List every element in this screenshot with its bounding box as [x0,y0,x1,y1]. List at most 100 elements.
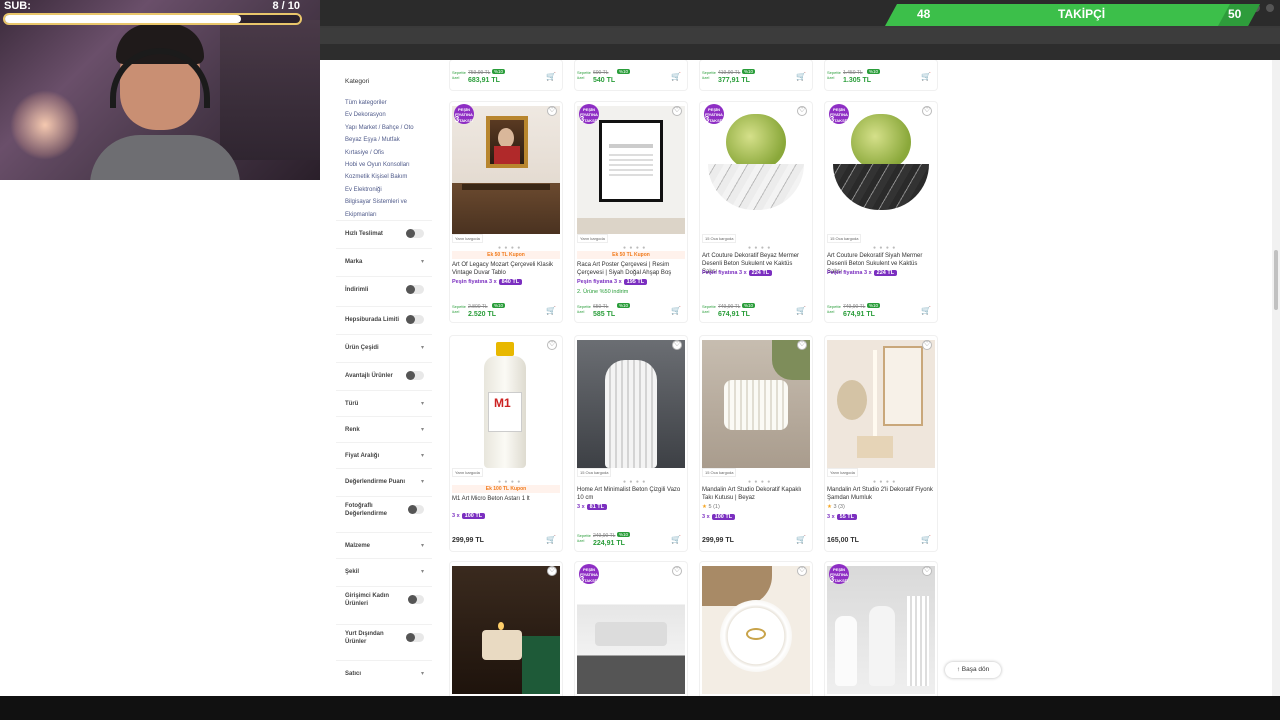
add-to-cart-icon[interactable]: 🛒 [546,72,556,81]
favorite-heart-icon[interactable]: ♡ [797,106,807,116]
product-card[interactable]: ♡ 15 Oca kargoda ● ● ● ● Mandalin Art Studi… [700,336,812,551]
add-to-cart-icon[interactable]: 🛒 [671,535,681,544]
toggle-switch[interactable] [406,285,424,294]
favorite-heart-icon[interactable]: ♡ [797,340,807,350]
product-image[interactable] [702,106,810,234]
favorite-heart-icon[interactable]: ♡ [672,566,682,576]
add-to-cart-icon[interactable]: 🛒 [671,72,681,81]
product-card[interactable]: ♡ PEŞİN FİYATINA 3TAKSİT [825,562,937,696]
product-title[interactable]: Art Of Legacy Mozart Çerçeveli Klasik Vi… [452,261,558,277]
address-bar[interactable]: ☆ ● ⧉ ⤓ ◉ ⋮ [320,28,1280,69]
product-title[interactable]: M1 Art Micro Beton Astarı 1 lt [452,495,558,503]
favorite-heart-icon[interactable]: ♡ [922,566,932,576]
product-title[interactable]: Mandalin Art Studio 2'li Dekoratif Fiyon… [827,486,933,502]
product-card[interactable]: ♡ PEŞİN FİYATINA 3TAKSİT 15 Oca kargoda ● ● … [700,102,812,322]
facet-toggle[interactable]: Yurt Dışından Ürünler [336,624,432,650]
product-image[interactable] [577,566,685,694]
product-image[interactable] [702,340,810,468]
product-card[interactable]: Sepette özel 1.450 TL %10 1.305 TL 🛒 [825,60,937,90]
add-to-cart-icon[interactable]: 🛒 [796,306,806,315]
facet-toggle[interactable]: Girişimci Kadın Ürünleri [336,586,432,612]
product-card[interactable]: ♡ 15 Oca kargoda ● ● ● ● Home Art Minimalis… [575,336,687,551]
toggle-switch[interactable] [406,633,424,642]
category-link[interactable]: Bilgisayar Sistemleri ve Ekipmanları [345,196,432,221]
category-link[interactable]: Kırtasiye / Ofis [345,147,432,159]
image-carousel-dots[interactable]: ● ● ● ● [748,479,771,485]
facet-dropdown[interactable]: Satıcı ▾ [336,660,432,686]
add-to-cart-icon[interactable]: 🛒 [671,306,681,315]
add-to-cart-icon[interactable]: 🛒 [546,306,556,315]
product-image[interactable] [827,566,935,694]
favorite-heart-icon[interactable]: ♡ [672,106,682,116]
facet-dropdown[interactable]: Şekil ▾ [336,558,432,584]
facet-dropdown[interactable]: Ürün Çeşidi ▾ [336,334,432,360]
toggle-switch[interactable] [407,595,424,604]
product-card[interactable]: ♡ [450,562,562,696]
product-image[interactable] [827,106,935,234]
product-card[interactable]: ♡ PEŞİN FİYATINA 3TAKSİT Yarın kargoda ● ● ●… [575,102,687,322]
product-image[interactable] [452,106,560,234]
facet-toggle[interactable]: Fotoğraflı Değerlendirme [336,496,432,522]
facet-dropdown[interactable]: Marka ▾ [336,248,432,274]
product-image[interactable] [827,340,935,468]
favorite-heart-icon[interactable]: ♡ [922,106,932,116]
toggle-switch[interactable] [408,505,424,514]
facet-toggle[interactable]: Avantajlı Ürünler [336,362,432,388]
facet-toggle[interactable]: Hepsiburada Limiti [336,306,432,332]
favorite-heart-icon[interactable]: ♡ [672,340,682,350]
product-card[interactable]: M1 ♡ Yarın kargoda ● ● ● ● Ek 100 TL Kupon M1… [450,336,562,551]
favorite-heart-icon[interactable]: ♡ [922,340,932,350]
favorite-heart-icon[interactable]: ♡ [547,340,557,350]
facet-toggle[interactable]: İndirimli [336,276,432,302]
facet-dropdown[interactable]: Malzeme ▾ [336,532,432,558]
product-image[interactable] [577,340,685,468]
category-link[interactable]: Hobi ve Oyun Konsolları [345,159,432,171]
facet-toggle[interactable]: Hızlı Teslimat [336,220,432,246]
product-image[interactable]: M1 [452,340,560,468]
facet-dropdown[interactable]: Türü ▾ [336,390,432,416]
facet-dropdown[interactable]: Renk ▾ [336,416,432,442]
toggle-switch[interactable] [406,315,424,324]
facet-dropdown[interactable]: Fiyat Aralığı ▾ [336,442,432,468]
product-image[interactable] [452,566,560,694]
product-card[interactable]: Sepette özel 759,99 TL %10 683,91 TL 🛒 [450,60,562,90]
product-card[interactable]: ♡ PEŞİN FİYATINA 3TAKSİT [575,562,687,696]
category-link[interactable]: Tüm kategoriler [345,97,432,109]
product-card[interactable]: ♡ [700,562,812,696]
product-card[interactable]: Sepette özel 419,90 TL %10 377,91 TL 🛒 [700,60,812,90]
category-link[interactable]: Kozmetik Kişisel Bakım [345,171,432,183]
product-card[interactable]: ♡ PEŞİN FİYATINA 3TAKSİT 15 Oca kargoda ● ● … [825,102,937,322]
toggle-switch[interactable] [406,371,424,380]
toggle-switch[interactable] [406,229,424,238]
image-carousel-dots[interactable]: ● ● ● ● [873,479,896,485]
image-carousel-dots[interactable]: ● ● ● ● [623,479,646,485]
add-to-cart-icon[interactable]: 🛒 [921,306,931,315]
product-card[interactable]: ♡ Yarın kargoda ● ● ● ● Mandalin Art Studio… [825,336,937,551]
favorite-heart-icon[interactable]: ♡ [547,566,557,576]
favorite-heart-icon[interactable]: ♡ [547,106,557,116]
category-link[interactable]: Ev Dekorasyon [345,109,432,121]
product-title[interactable]: Raca Art Poster Çerçevesi | Resim Çerçev… [577,261,683,277]
add-to-cart-icon[interactable]: 🛒 [796,72,806,81]
add-to-cart-icon[interactable]: 🛒 [921,535,931,544]
facet-dropdown[interactable]: Değerlendirme Puanı ▾ [336,468,432,494]
favorite-heart-icon[interactable]: ♡ [797,566,807,576]
add-to-cart-icon[interactable]: 🛒 [796,535,806,544]
product-title[interactable]: Mandalin Art Studio Dekoratif Kapaklı Ta… [702,486,808,502]
scrollbar-thumb[interactable] [1274,250,1278,310]
image-carousel-dots[interactable]: ● ● ● ● [873,245,896,251]
category-link[interactable]: Ev Elektroniği [345,184,432,196]
add-to-cart-icon[interactable]: 🛒 [546,535,556,544]
product-image[interactable] [577,106,685,234]
category-link[interactable]: Yapı Market / Bahçe / Oto [345,122,432,134]
product-title[interactable]: Home Art Minimalist Beton Çizgili Vazo 1… [577,486,683,502]
page-scrollbar[interactable] [1272,60,1280,696]
image-carousel-dots[interactable]: ● ● ● ● [748,245,771,251]
category-link[interactable]: Beyaz Eşya / Mutfak [345,134,432,146]
product-card[interactable]: ♡ PEŞİN FİYATINA 3TAKSİT Yarın kargoda ● ● ●… [450,102,562,322]
close-button[interactable] [1266,4,1274,12]
add-to-cart-icon[interactable]: 🛒 [921,72,931,81]
back-to-top-button[interactable]: ↑ Başa dön [945,662,1001,678]
product-card[interactable]: Sepette özel 600 TL %10 540 TL 🛒 [575,60,687,90]
product-image[interactable] [702,566,810,694]
